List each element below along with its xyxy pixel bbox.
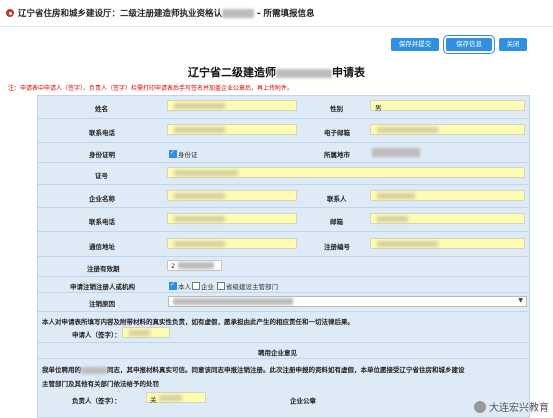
applicant-org-label: 申请注销注册人或机构	[70, 283, 135, 291]
company-seal-label: 企业公章	[290, 397, 316, 405]
notice-text: 注：申请表中申请人（签字）、负责人（签字）栏需打印申请表后手写签名并加盖企业公章…	[8, 85, 294, 92]
region-value	[372, 148, 420, 157]
applicant-sign-field[interactable]	[122, 327, 170, 338]
cancel-reason-select[interactable]: ▼	[168, 296, 527, 307]
company-phone-field[interactable]	[167, 213, 297, 224]
address-field[interactable]	[167, 238, 297, 249]
leader-sign-label: 负责人（签字）：	[72, 397, 121, 405]
wechat-logo-icon	[474, 400, 486, 413]
chevron-down-icon: ▼	[518, 297, 523, 304]
declaration-text: 本人对申请表所填写内容及附带材料的真实性负责，如有虚假，愿承担由此产生的相应责任…	[42, 318, 354, 326]
record-icon	[6, 9, 14, 17]
save-submit-button[interactable]: 保存并提交	[391, 38, 439, 51]
employer-statement-1: 我单位聘用的 同志，其申报材料真实可信。同意该同志申报注销注册。此次注册申报的资料…	[42, 364, 465, 374]
row-divider	[37, 256, 528, 257]
company-label: 企业名称	[89, 195, 115, 203]
gender-value: 男	[375, 104, 382, 112]
email-field[interactable]	[370, 124, 525, 135]
employer-statement-1-text: 我单位聘用的	[42, 366, 81, 374]
watermark-text: 大连宏兴教育	[489, 403, 549, 414]
save-button[interactable]: 保存信息	[443, 35, 495, 54]
region-label: 所属地市	[324, 151, 350, 159]
watermark: 大连宏兴教育	[474, 399, 549, 414]
org-option-provincial-label: 省级建设主管部门	[226, 283, 278, 291]
page-title-suffix: - 所需填报信息	[254, 9, 315, 19]
row-divider	[37, 276, 528, 277]
row-divider	[37, 142, 528, 143]
form-title-suffix: 申请表	[332, 66, 365, 79]
org-option-self-label: 本人	[178, 283, 191, 291]
page-title-prefix: 辽宁省住房和城乡建设厅：二级注册建造师执业资格认	[18, 9, 223, 19]
contact-label: 联系人	[327, 195, 347, 203]
reg-no-field[interactable]	[370, 238, 525, 249]
checkbox-icon[interactable]	[192, 282, 200, 290]
close-button[interactable]: 关闭	[499, 38, 527, 51]
postcode-field[interactable]	[370, 213, 525, 224]
gender-label: 性别	[330, 105, 343, 113]
page-title: 辽宁省住房和城乡建设厅：二级注册建造师执业资格认 - 所需填报信息	[18, 7, 314, 19]
row-divider	[37, 231, 528, 232]
org-option-company-label: 企业	[201, 283, 214, 291]
reg-no-label: 注册编号	[324, 243, 350, 251]
address-label: 通信地址	[89, 243, 115, 251]
org-option-company[interactable]: 企业	[192, 281, 214, 291]
leader-sign-value: 关	[150, 396, 157, 404]
cert-field[interactable]	[167, 167, 525, 178]
company-field[interactable]	[167, 190, 297, 201]
row-divider	[37, 118, 528, 119]
row-divider	[37, 162, 528, 163]
leader-sign-field[interactable]: 关	[146, 392, 206, 404]
id-option-label: 身份证	[178, 151, 198, 159]
phone-label: 联系电话	[89, 129, 115, 137]
name-label: 姓名	[95, 105, 108, 113]
redacted-text	[276, 68, 332, 78]
gender-field[interactable]: 男	[370, 100, 525, 112]
reg-valid-field[interactable]: 2	[167, 260, 222, 271]
org-option-provincial[interactable]: 省级建设主管部门	[217, 281, 278, 291]
applicant-sign-label: 申请人（签字）：	[72, 331, 121, 339]
name-field[interactable]	[167, 100, 297, 111]
redacted-text	[222, 9, 255, 18]
reg-valid-label: 注册有效期	[87, 265, 120, 273]
employer-statement-2-text: 同志，其申报材料真实可信。同意该同志申报注销注册。此次注册申报的资料如有虚假，本…	[107, 366, 465, 374]
company-phone-label: 联系电话	[89, 218, 115, 226]
checkbox-icon[interactable]	[217, 282, 225, 290]
row-divider	[37, 207, 528, 208]
row-divider	[37, 358, 528, 359]
redacted-text	[81, 366, 107, 374]
row-divider	[37, 311, 528, 312]
id-option[interactable]: 身份证	[169, 149, 198, 159]
cancel-reason-label: 注销原因	[89, 300, 115, 308]
employer-statement-3: 主管部门及其他有关部门依法给予的处罚	[42, 380, 159, 388]
checkbox-checked-icon[interactable]	[169, 281, 177, 290]
id-label: 身份证明	[89, 151, 115, 159]
org-option-self[interactable]: 本人	[169, 281, 191, 291]
employer-opinion-label: 聘用企业意见	[258, 349, 297, 357]
form-title: 辽宁省二级建造师 申请表	[0, 64, 553, 80]
title-bar: 辽宁省住房和城乡建设厅：二级注册建造师执业资格认 - 所需填报信息	[0, 0, 553, 27]
checkbox-checked-icon[interactable]	[169, 149, 177, 158]
row-divider	[37, 342, 528, 343]
contact-field[interactable]	[370, 190, 525, 201]
phone-field[interactable]	[167, 124, 297, 135]
cert-label: 证号	[95, 172, 108, 180]
postcode-label: 邮箱	[330, 218, 343, 226]
row-divider	[37, 292, 528, 293]
email-label: 电子邮箱	[324, 129, 350, 137]
form-title-prefix: 辽宁省二级建造师	[188, 66, 276, 79]
row-divider	[37, 184, 528, 185]
reg-valid-value: 2	[171, 262, 176, 270]
